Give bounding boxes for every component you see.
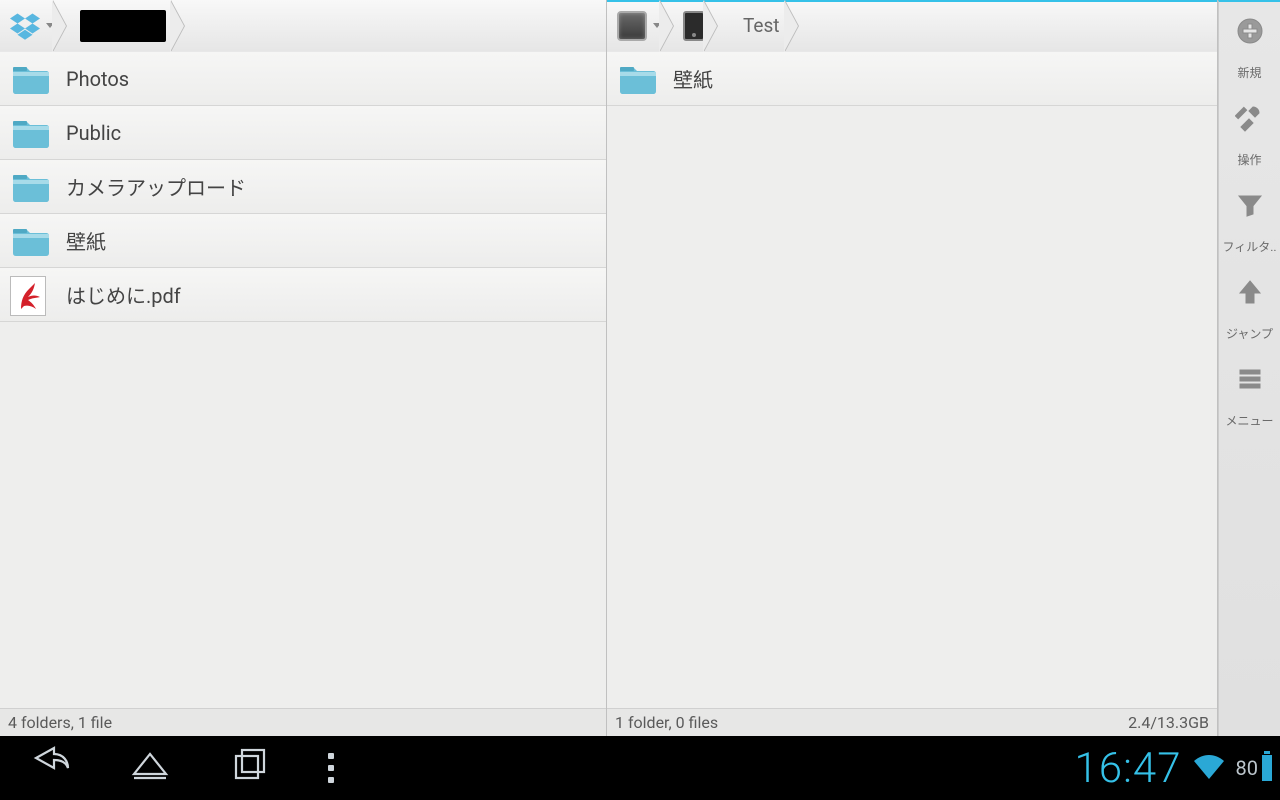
right-status-bar: 1 folder, 0 files 2.4/13.3GB: [607, 708, 1217, 736]
crumb-account[interactable]: [66, 0, 184, 51]
tools-icon: [1235, 103, 1265, 133]
item-name: Public: [66, 121, 596, 145]
nav-home[interactable]: [128, 744, 172, 792]
chevron-down-icon: [653, 23, 661, 28]
list-item[interactable]: はじめに.pdf: [0, 268, 606, 322]
sidebar-label: フィルタ..: [1222, 238, 1276, 255]
item-name: 壁紙: [673, 64, 1207, 93]
right-storage-text: 2.4/13.3GB: [1128, 713, 1209, 732]
crumb-device[interactable]: [673, 0, 717, 51]
crumb-folder-test[interactable]: Test: [717, 0, 798, 51]
right-status-text: 1 folder, 0 files: [615, 713, 718, 732]
status-clock: 16:47: [1075, 744, 1182, 793]
battery-indicator: 80: [1236, 755, 1272, 781]
sidebar-menu[interactable]: メニュー: [1219, 350, 1280, 437]
filter-icon: [1235, 190, 1265, 220]
nav-overflow[interactable]: [328, 753, 334, 783]
list-item[interactable]: 壁紙: [0, 214, 606, 268]
item-name: カメラアップロード: [66, 172, 596, 201]
item-name: 壁紙: [66, 226, 596, 255]
menu-icon: [1235, 364, 1265, 394]
account-name-redacted: [80, 10, 166, 42]
plus-circle-icon: [1235, 16, 1265, 46]
left-file-list[interactable]: Photos Public カメラアップロード: [0, 52, 606, 708]
pdf-icon: [10, 276, 52, 314]
crumb-storage-root[interactable]: [607, 0, 673, 51]
folder-icon: [10, 168, 52, 206]
tablet-icon: [683, 11, 705, 41]
list-item[interactable]: 壁紙: [607, 52, 1217, 106]
folder-icon: [10, 114, 52, 152]
sidebar-jump[interactable]: ジャンプ: [1219, 263, 1280, 350]
folder-icon: [10, 60, 52, 98]
crumb-label: Test: [743, 14, 780, 37]
sidebar-label: 操作: [1237, 151, 1261, 168]
right-pane: Test 壁紙 1 folder, 0 files 2.4/13.3GB: [607, 0, 1218, 736]
sidebar-new[interactable]: 新規: [1219, 2, 1280, 89]
sidebar-label: 新規: [1237, 64, 1261, 81]
folder-icon: [10, 222, 52, 260]
chevron-down-icon: [46, 23, 54, 28]
sidebar-label: メニュー: [1225, 412, 1273, 429]
wifi-icon: [1192, 749, 1226, 787]
battery-icon: [1262, 755, 1272, 781]
nav-recent[interactable]: [228, 744, 272, 792]
arrow-up-icon: [1235, 277, 1265, 307]
crumb-dropbox[interactable]: [0, 0, 66, 51]
left-status-bar: 4 folders, 1 file: [0, 708, 606, 736]
right-breadcrumb: Test: [607, 0, 1217, 52]
sidebar-filter[interactable]: フィルタ..: [1219, 176, 1280, 263]
right-file-list[interactable]: 壁紙: [607, 52, 1217, 708]
sidebar-operations[interactable]: 操作: [1219, 89, 1280, 176]
battery-percent: 80: [1236, 756, 1258, 780]
list-item[interactable]: Public: [0, 106, 606, 160]
folder-icon: [617, 60, 659, 98]
list-item[interactable]: カメラアップロード: [0, 160, 606, 214]
list-item[interactable]: Photos: [0, 52, 606, 106]
dots-icon: [328, 753, 334, 783]
sidebar-label: ジャンプ: [1226, 325, 1273, 342]
nav-back[interactable]: [28, 744, 72, 792]
dropbox-icon: [10, 11, 40, 41]
item-name: Photos: [66, 67, 596, 91]
left-status-text: 4 folders, 1 file: [8, 713, 112, 732]
drive-icon: [617, 11, 647, 41]
item-name: はじめに.pdf: [66, 280, 596, 309]
android-navbar: 16:47 80: [0, 736, 1280, 800]
action-sidebar: 新規 操作 フィルタ.. ジャンプ メニュー: [1218, 0, 1280, 736]
left-pane: Photos Public カメラアップロード: [0, 0, 607, 736]
left-breadcrumb: [0, 0, 606, 52]
